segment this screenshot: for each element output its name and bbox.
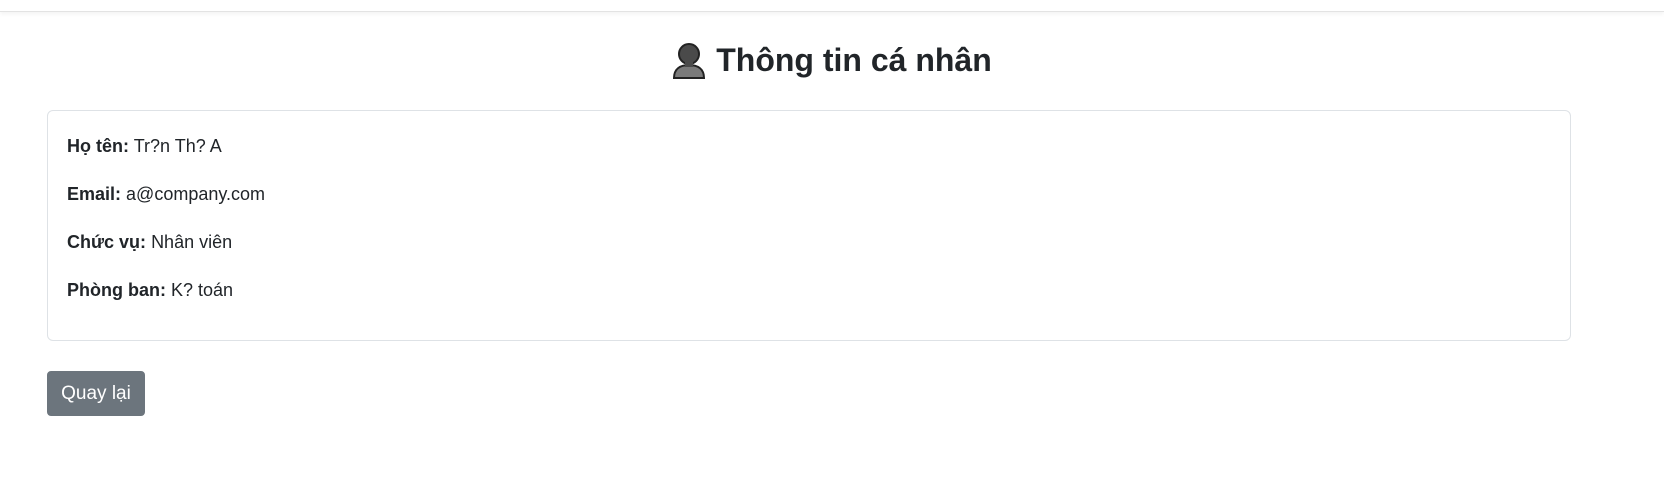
back-button[interactable]: Quay lại	[47, 371, 145, 416]
email-value: a@company.com	[126, 184, 266, 204]
profile-card: Họ tên: Tr?n Th? A Email: a@company.com …	[47, 110, 1571, 341]
top-navbar	[0, 0, 1664, 12]
position-label: Chức vụ:	[67, 232, 147, 252]
profile-position-row: Chức vụ: Nhân viên	[67, 230, 232, 254]
profile-email-row: Email: a@company.com	[67, 182, 265, 206]
profile-department-row: Phòng ban: K? toán	[67, 278, 233, 302]
profile-name-row: Họ tên: Tr?n Th? A	[67, 134, 222, 158]
department-value: K? toán	[171, 280, 234, 300]
page-title: Thông tin cá nhân	[716, 42, 992, 78]
page-header: Thông tin cá nhân	[0, 38, 1664, 82]
name-label: Họ tên:	[67, 136, 129, 156]
name-value: Tr?n Th? A	[133, 136, 222, 156]
email-label: Email:	[67, 184, 122, 204]
position-value: Nhân viên	[151, 232, 233, 252]
user-silhouette-icon	[672, 41, 706, 79]
department-label: Phòng ban:	[67, 280, 166, 300]
